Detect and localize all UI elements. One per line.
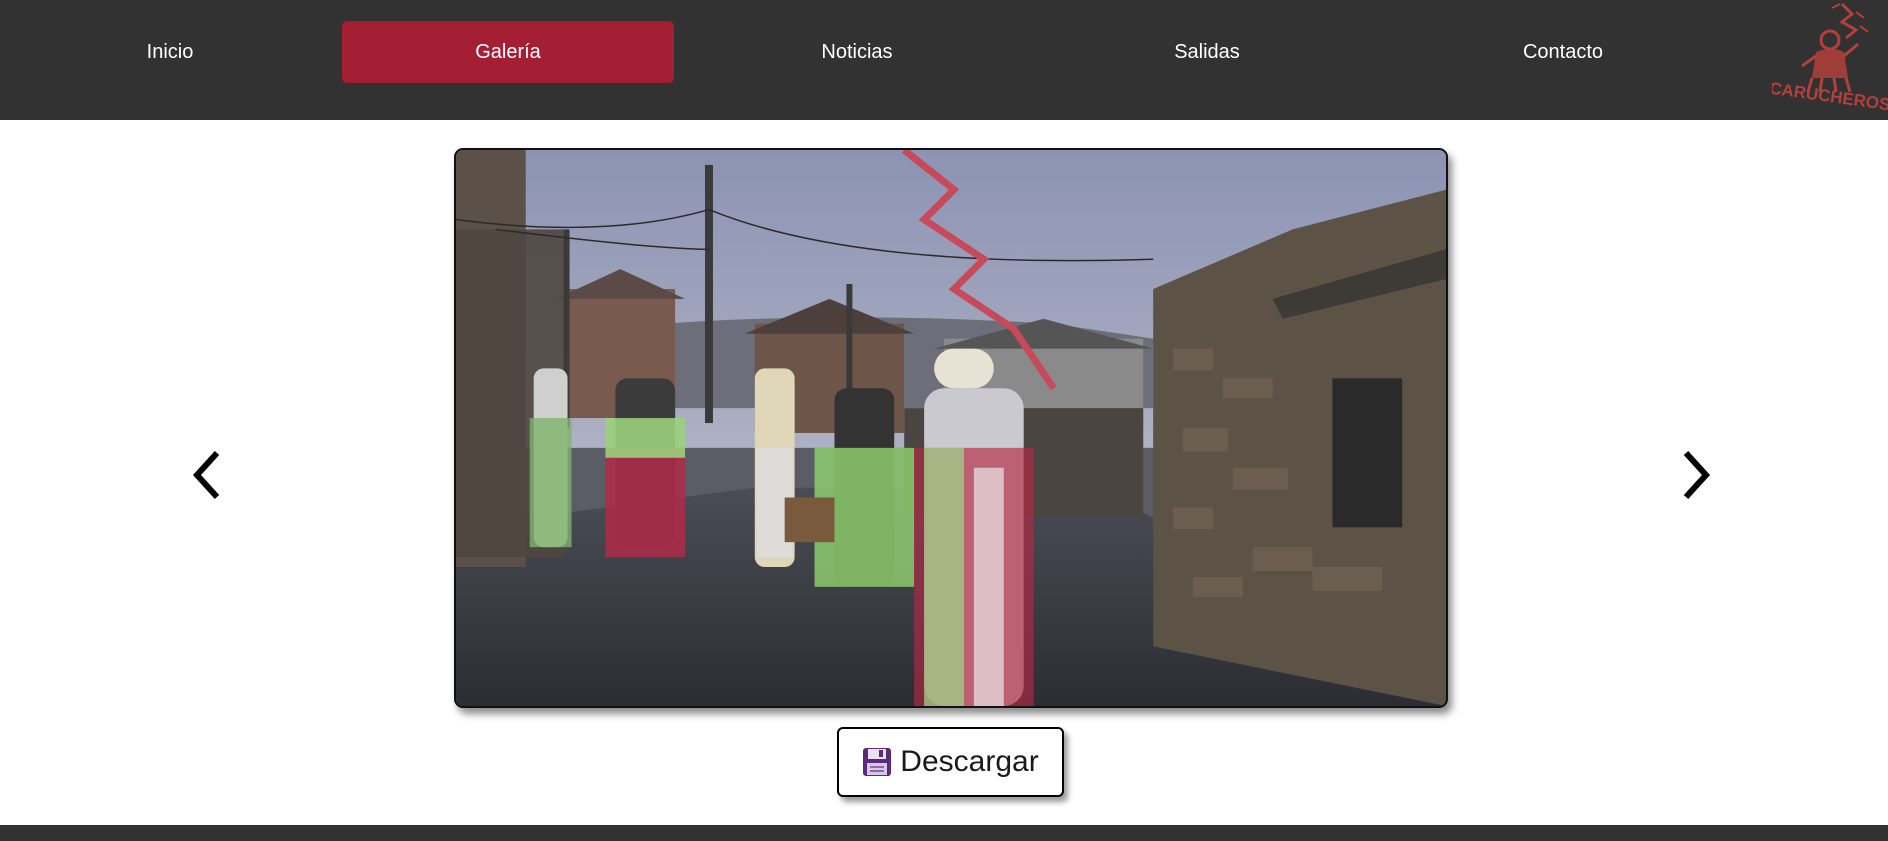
- nav-item-label: Inicio: [146, 40, 194, 63]
- top-navbar: Inicio Galería Noticias Salidas Contacto…: [0, 0, 1888, 120]
- nav-item-contacto[interactable]: Contacto: [1452, 21, 1674, 83]
- floppy-disk-icon: [863, 748, 892, 776]
- gallery-photo-image: [456, 150, 1446, 706]
- logo-graphic: CARUCHEROS: [1768, 2, 1888, 114]
- nav-item-label: Noticias: [821, 40, 893, 63]
- footer-bar: [0, 825, 1888, 841]
- logo-text: CARUCHEROS: [1772, 79, 1888, 112]
- nav-item-noticias[interactable]: Noticias: [746, 21, 968, 83]
- chevron-right-icon: [1683, 450, 1711, 500]
- nav-item-label: Galería: [475, 40, 541, 63]
- carucheros-logo[interactable]: CARUCHEROS: [1768, 0, 1888, 114]
- nav-item-galeria[interactable]: Galería: [342, 21, 674, 83]
- download-button[interactable]: Descargar: [837, 727, 1064, 797]
- carousel-prev-button[interactable]: [177, 440, 237, 510]
- nav-item-label: Contacto: [1522, 40, 1604, 63]
- carousel-next-button[interactable]: [1666, 440, 1726, 510]
- chevron-left-icon: [192, 450, 220, 500]
- nav-item-label: Salidas: [1174, 40, 1240, 63]
- gallery-photo: [454, 148, 1448, 708]
- nav-item-inicio[interactable]: Inicio: [60, 21, 280, 83]
- download-button-label: Descargar: [900, 745, 1039, 778]
- nav-item-salidas[interactable]: Salidas: [1096, 21, 1318, 83]
